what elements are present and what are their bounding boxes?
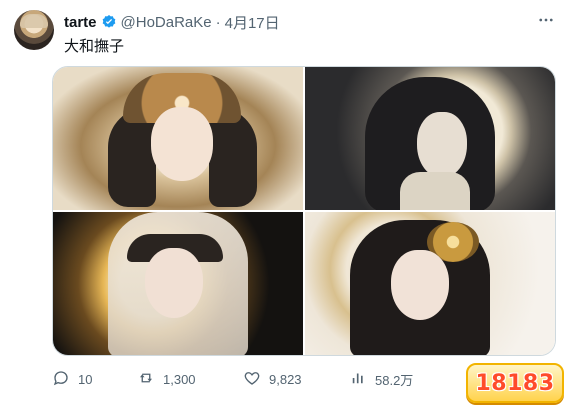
tweet-header: tarte @HoDaRaKe · 4月17日 xyxy=(64,12,280,32)
media-grid xyxy=(52,66,556,356)
separator-dot: · xyxy=(215,13,221,31)
image-1[interactable] xyxy=(53,67,303,210)
post-date[interactable]: 4月17日 xyxy=(225,12,280,33)
reply-button[interactable]: 10 xyxy=(52,369,137,390)
views-icon xyxy=(349,369,367,390)
verified-badge-icon xyxy=(101,14,117,30)
repost-button[interactable]: 1,300 xyxy=(137,369,243,390)
reply-icon xyxy=(52,369,70,390)
avatar[interactable] xyxy=(14,10,54,50)
views-button[interactable]: 58.2万 xyxy=(349,369,459,390)
image-3[interactable] xyxy=(53,212,303,355)
reply-count: 10 xyxy=(78,371,93,387)
tweet-card: tarte @HoDaRaKe · 4月17日 大和撫子 10 1,300 9,… xyxy=(0,0,570,405)
more-options-icon[interactable] xyxy=(536,10,556,30)
image-2[interactable] xyxy=(305,67,555,210)
repost-icon xyxy=(137,369,155,390)
tweet-text: 大和撫子 xyxy=(64,37,125,55)
like-count: 9,823 xyxy=(269,371,302,387)
heart-icon xyxy=(243,369,261,390)
image-4[interactable] xyxy=(305,212,555,355)
repost-count: 1,300 xyxy=(163,371,196,387)
like-button[interactable]: 9,823 xyxy=(243,369,349,390)
site-watermark: 18183 xyxy=(466,363,564,403)
views-count: 58.2万 xyxy=(375,372,414,388)
watermark-text: 18183 xyxy=(475,370,555,396)
author-handle[interactable]: @HoDaRaKe xyxy=(121,14,212,31)
author-name[interactable]: tarte xyxy=(64,14,97,31)
